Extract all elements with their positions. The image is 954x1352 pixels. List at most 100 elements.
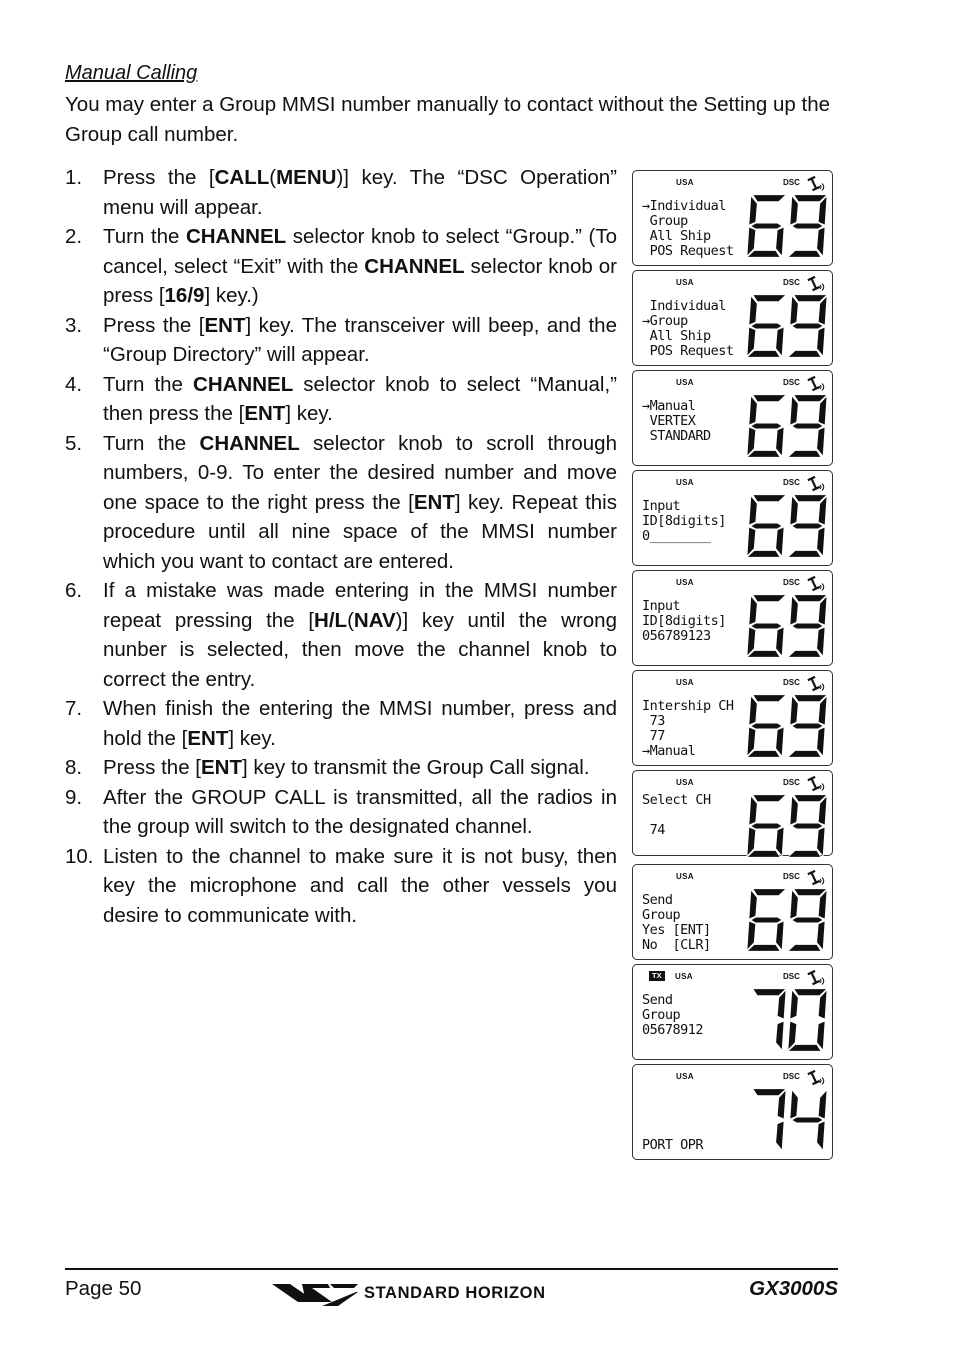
step-number: 7. <box>65 697 83 720</box>
key-name: 16/9 <box>164 284 205 307</box>
dsc-indicator: DSC <box>783 578 800 587</box>
channel-digit-segment <box>816 1120 826 1152</box>
step-text: Turn the <box>103 431 200 455</box>
lcd-text: Send Group Yes [ENT] No [CLR] <box>642 892 711 953</box>
channel-digit-segment <box>791 522 824 530</box>
channel-digit-segment <box>750 916 783 924</box>
lcd-screen: USA DSC →Individual Group All Ship POS Re… <box>632 170 833 266</box>
key-name: CHANNEL <box>199 431 300 455</box>
channel-digit-segment <box>786 550 822 558</box>
channel-digit-segment <box>791 822 824 830</box>
region-indicator: USA <box>676 278 694 287</box>
channel-digit-segment <box>752 494 787 503</box>
step-text: ] key. <box>228 726 276 750</box>
dsc-signal-icon <box>807 476 825 492</box>
dsc-signal-icon <box>807 1070 825 1086</box>
channel-digit-segment <box>750 722 783 730</box>
step-item: 7. When finish the entering the MMSI numb… <box>65 694 617 753</box>
step-item: 10. Listen to the channel to make sure it… <box>65 842 617 931</box>
step-item: 5. Turn the CHANNEL selector knob to scro… <box>65 429 617 577</box>
key-name: CHANNEL <box>364 254 465 278</box>
channel-digit-segment <box>750 522 783 530</box>
region-indicator: USA <box>676 678 694 687</box>
step-item: 1. Press the [CALL(MENU)] key. The “DSC O… <box>65 163 617 222</box>
channel-digit-segment <box>786 350 822 358</box>
channel-digit-segment <box>791 322 824 330</box>
channel-digit-segment <box>750 222 783 230</box>
lcd-text: Intership CH 73 77 →Manual <box>642 698 734 759</box>
lcd-text: PORT OPR <box>642 1137 704 1153</box>
channel-display <box>745 594 827 658</box>
channel-display <box>745 694 827 758</box>
channel-digit-segment <box>791 1116 824 1124</box>
page-number: Page 50 <box>65 1277 142 1300</box>
step-number: 2. <box>65 225 83 248</box>
key-name: CHANNEL <box>193 372 294 396</box>
channel-digit-segment <box>752 294 787 303</box>
intro-paragraph: You may enter a Group MMSI number manual… <box>65 93 830 146</box>
channel-display <box>745 888 827 952</box>
step-number: 3. <box>65 313 83 337</box>
step-text: When finish the entering the MMSI number… <box>103 697 617 750</box>
channel-display <box>752 1088 827 1152</box>
lcd-text: Input ID[8digits] 056789123 <box>642 598 726 644</box>
channel-digit-segment <box>791 622 824 630</box>
step-number: 9. <box>65 785 83 809</box>
lcd-text: Select CH 74 <box>642 792 711 838</box>
channel-display <box>752 988 827 1052</box>
tx-indicator: TX <box>649 971 665 981</box>
lcd-screen: USA DSC Input ID[8digits] 0________ <box>632 470 833 566</box>
channel-digit-segment <box>789 1088 799 1120</box>
step-text: After the GROUP CALL is transmitted, all… <box>103 785 617 839</box>
brand-name: STANDARD HORIZON <box>364 1283 546 1302</box>
model-name: GX3000S <box>749 1277 838 1300</box>
region-indicator: USA <box>676 178 694 187</box>
region-indicator: USA <box>676 378 694 387</box>
step-item: 4. Turn the CHANNEL selector knob to sele… <box>65 370 617 429</box>
lcd-screen: USA DSC Input ID[8digits] 056789123 <box>632 570 833 666</box>
channel-digit-segment <box>750 822 783 830</box>
step-item: 8. Press the [ENT] key to transmit the Gr… <box>65 753 617 783</box>
dsc-indicator: DSC <box>783 378 800 387</box>
dsc-indicator: DSC <box>783 278 800 287</box>
region-indicator: USA <box>676 778 694 787</box>
step-number: 5. <box>65 431 83 455</box>
lcd-text: →Individual Group All Ship POS Request <box>642 198 734 259</box>
step-item: 3. Press the [ENT] key. The transceiver w… <box>65 311 617 370</box>
dsc-signal-icon <box>807 576 825 592</box>
channel-digit-segment <box>786 650 822 658</box>
channel-digit-segment <box>786 250 822 258</box>
dsc-indicator: DSC <box>783 178 800 187</box>
dsc-signal-icon <box>807 970 825 986</box>
dsc-signal-icon <box>807 276 825 292</box>
step-number: 1. <box>65 166 83 189</box>
channel-digit-segment <box>786 750 822 758</box>
dsc-indicator: DSC <box>783 972 800 981</box>
channel-digit-segment <box>786 450 822 458</box>
step-item: 2. Turn the CHANNEL selector knob to sele… <box>65 222 617 311</box>
key-name: ENT <box>201 756 242 779</box>
lcd-screen: USA DSC Individual →Group All Ship POS Re… <box>632 270 833 366</box>
footer-divider <box>65 1268 838 1270</box>
channel-digit-segment <box>791 916 824 924</box>
region-indicator: USA <box>676 872 694 881</box>
channel-digit-segment <box>752 694 787 703</box>
channel-display <box>745 194 827 258</box>
brand-logo: STANDARD HORIZON <box>272 1280 546 1306</box>
key-name: CHANNEL <box>185 225 287 248</box>
channel-digit-segment <box>752 594 787 603</box>
key-name: NAV <box>353 608 396 632</box>
key-name: ENT <box>187 726 229 750</box>
channel-display <box>745 294 827 358</box>
channel-digit-segment <box>752 194 787 203</box>
channel-digit-segment <box>750 422 783 430</box>
step-item: 6. If a mistake was made entering in the … <box>65 576 617 694</box>
section-title: Manual Calling <box>65 62 198 84</box>
key-name: MENU <box>276 166 337 189</box>
channel-digit-segment <box>752 794 787 803</box>
lcd-screen: USA DSC Select CH 74 <box>632 770 833 858</box>
dsc-signal-icon <box>807 776 825 792</box>
lcd-text: →Manual VERTEX STANDARD <box>642 398 711 444</box>
lcd-text: Individual →Group All Ship POS Request <box>642 298 734 359</box>
channel-display <box>745 394 827 458</box>
